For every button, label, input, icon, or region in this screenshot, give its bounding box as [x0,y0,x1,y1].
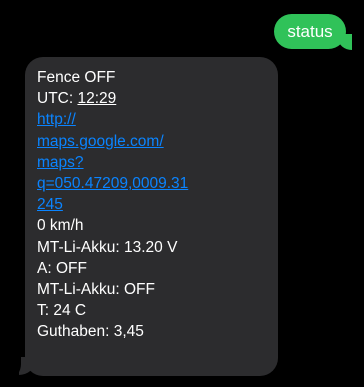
temperature-line: T: 24 C [37,302,87,320]
battery-status-line: MT-Li-Akku: OFF [37,281,155,299]
speed-line: 0 km/h [37,217,84,235]
battery-voltage-line: MT-Li-Akku: 13.20 V [37,238,178,256]
maps-link-line-1[interactable]: http:// [37,109,266,130]
incoming-message-bubble[interactable]: Fence OFF UTC: 12:29 http:// maps.google… [25,57,278,376]
maps-link-line-5[interactable]: 245 [37,194,266,215]
utc-time-link[interactable]: 12:29 [77,90,116,107]
credit-line: Guthaben: 3,45 [37,323,144,341]
message-thread: status Fence OFF UTC: 12:29 http:// maps… [0,0,364,387]
outgoing-message-bubble[interactable]: status [274,14,346,49]
outgoing-bubble-tail-mask [352,30,364,52]
outgoing-message-text: status [287,22,333,41]
maps-link-line-4[interactable]: q=050.47209,0009.31 [37,173,266,194]
fence-status-line: Fence OFF [37,69,116,86]
maps-link-line-3[interactable]: maps? [37,152,266,173]
utc-label: UTC: [37,90,78,108]
a-status-line: A: OFF [37,259,87,277]
utc-line: UTC: 12:29 [37,88,266,109]
maps-link-line-2[interactable]: maps.google.com/ [37,131,266,152]
